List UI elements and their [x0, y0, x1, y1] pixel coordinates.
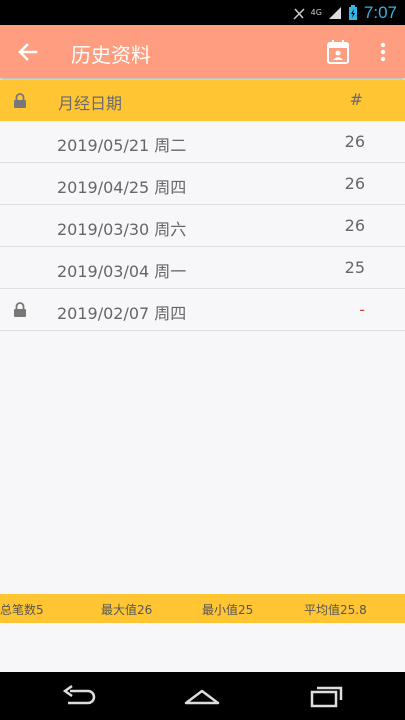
total-count: 总笔数5	[0, 603, 44, 617]
list-item[interactable]: 2019/05/21 周二 26	[0, 121, 405, 163]
system-nav-bar	[0, 672, 405, 720]
battery-icon	[348, 4, 357, 20]
network-type: 4G	[310, 8, 322, 17]
app-bar: 历史资料	[0, 25, 405, 78]
cycle-days: 25	[344, 258, 365, 277]
period-date: 2019/04/25 周四	[57, 178, 187, 197]
lock-icon	[14, 93, 26, 108]
min-value: 最小值25	[202, 603, 254, 617]
status-time: 7:07	[363, 2, 397, 22]
history-list: 2019/05/21 周二 26 2019/04/25 周四 26 2019/0…	[0, 121, 405, 331]
cycle-days: 26	[344, 174, 365, 193]
avg-value: 平均值25.8	[304, 603, 367, 617]
signal-icon	[328, 6, 341, 19]
nav-back-icon[interactable]	[60, 683, 98, 709]
period-date: 2019/03/30 周六	[57, 220, 187, 239]
nav-recents-icon[interactable]	[308, 683, 346, 709]
cycle-days: -	[359, 300, 365, 319]
more-vert-icon[interactable]	[374, 38, 392, 66]
nav-home-icon[interactable]	[183, 683, 221, 709]
status-bar: 4G 7:07	[0, 0, 405, 25]
lock-icon	[14, 302, 26, 317]
list-item[interactable]: 2019/03/30 周六 26	[0, 205, 405, 247]
back-arrow-icon[interactable]	[14, 38, 42, 66]
period-date: 2019/05/21 周二	[57, 136, 187, 155]
list-item[interactable]: 2019/02/07 周四 -	[0, 289, 405, 331]
page-title: 历史资料	[71, 43, 151, 67]
list-header: 月经日期 #	[0, 80, 405, 121]
cycle-days: 26	[344, 132, 365, 151]
no-signal-icon	[293, 7, 305, 20]
list-item[interactable]: 2019/03/04 周一 25	[0, 247, 405, 289]
date-column-header: 月经日期	[58, 94, 123, 113]
cycle-days: 26	[344, 216, 365, 235]
list-item[interactable]: 2019/04/25 周四 26	[0, 163, 405, 205]
calendar-icon[interactable]	[326, 38, 352, 66]
stats-bar: 总笔数5 最大值26 最小值25 平均值25.8	[0, 594, 405, 623]
count-column-header: #	[349, 90, 363, 109]
period-date: 2019/02/07 周四	[57, 304, 187, 323]
period-date: 2019/03/04 周一	[57, 262, 187, 281]
max-value: 最大值26	[101, 603, 153, 617]
